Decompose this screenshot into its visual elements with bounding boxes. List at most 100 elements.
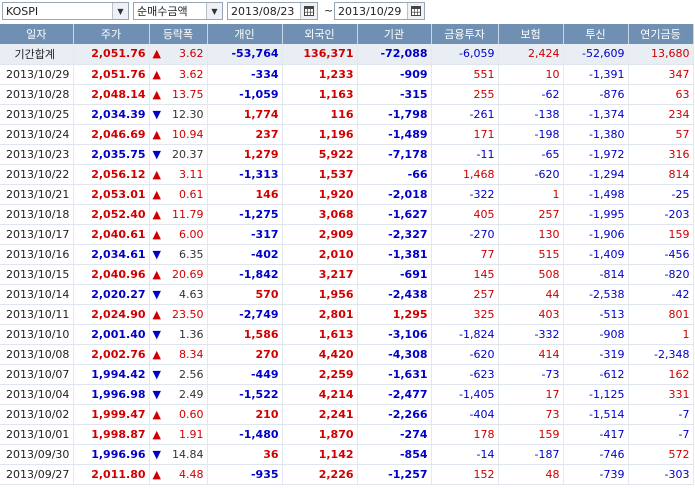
table-row[interactable]: 2013/10/10 2,001.40 ▼ 1.36 1,586 1,613 -3,106-… xyxy=(0,324,694,345)
up-triangle-icon: ▲ xyxy=(152,267,161,281)
table-row[interactable]: 2013/10/01 1,998.87 ▲ 1.91 -1,480 1,870 -274 17… xyxy=(0,424,694,445)
table-row[interactable]: 2013/10/21 2,053.01 ▲ 0.61 146 1,920 -2,018 -32… xyxy=(0,184,694,205)
cell-investment-trust: -2,538 xyxy=(563,284,629,305)
table-row[interactable]: 2013/10/28 2,048.14 ▲ 13.75 -1,059 1,163 -315 2… xyxy=(0,84,694,105)
change-value: 4.63 xyxy=(179,287,204,301)
cell-foreign: 1,163 xyxy=(282,84,358,105)
calendar-icon[interactable] xyxy=(300,3,317,19)
down-triangle-icon: ▼ xyxy=(152,367,161,381)
column-header-price[interactable]: 주가 xyxy=(73,24,150,44)
cell-price: 2,001.40 xyxy=(73,324,150,345)
change-value: 2.49 xyxy=(179,387,204,401)
table-row[interactable]: 2013/10/04 1,996.98 ▼ 2.49 -1,522 4,214 -2,477… xyxy=(0,384,694,405)
table-row[interactable]: 2013/10/29 2,051.76 ▲ 3.62 -334 1,233 -909 551 1… xyxy=(0,64,694,85)
table-row[interactable]: 2013/10/07 1,994.42 ▼ 2.56 -449 2,259 -1,631 -6… xyxy=(0,364,694,385)
mode-select[interactable]: 순매수금액 ▼ xyxy=(133,2,223,20)
table-row[interactable]: 2013/10/22 2,056.12 ▲ 3.11 -1,313 1,537 -66 1,4… xyxy=(0,164,694,185)
column-header-financial-investment[interactable]: 금융투자 xyxy=(431,24,499,44)
cell-individual: 1,774 xyxy=(207,104,283,125)
cell-foreign: 1,956 xyxy=(282,284,358,305)
table-row[interactable]: 2013/10/14 2,020.27 ▼ 4.63 570 1,956 -2,438 257… xyxy=(0,284,694,305)
cell-pension-funds: 162 xyxy=(628,364,694,385)
table-row[interactable]: 2013/10/25 2,034.39 ▼ 12.30 1,774 116 -1,798 -2… xyxy=(0,104,694,125)
cell-pension-funds: -7 xyxy=(628,404,694,425)
calendar-icon[interactable] xyxy=(407,3,424,19)
cell-individual: -53,764 xyxy=(207,44,283,65)
column-header-insurance[interactable]: 보험 xyxy=(498,24,564,44)
cell-price: 2,048.14 xyxy=(73,84,150,105)
table-row[interactable]: 2013/10/24 2,046.69 ▲ 10.94 237 1,196 -1,489 17… xyxy=(0,124,694,145)
table-row[interactable]: 2013/10/15 2,040.96 ▲ 20.69 -1,842 3,217 -691 1… xyxy=(0,264,694,285)
up-triangle-icon: ▲ xyxy=(152,47,161,61)
cell-individual: -1,480 xyxy=(207,424,283,445)
cell-institution: -2,018 xyxy=(357,184,432,205)
cell-date: 기간합계 xyxy=(0,44,74,65)
table-row[interactable]: 2013/10/08 2,002.76 ▲ 8.34 270 4,420 -4,308 -62… xyxy=(0,344,694,365)
cell-investment-trust: -1,391 xyxy=(563,64,629,85)
cell-financial-investment: -1,824 xyxy=(431,324,499,345)
end-date-value: 2013/10/29 xyxy=(338,4,402,18)
table-row[interactable]: 2013/10/17 2,040.61 ▲ 6.00 -317 2,909 -2,327 -2… xyxy=(0,224,694,245)
column-header-change[interactable]: 등락폭 xyxy=(149,24,208,44)
cell-pension-funds: 331 xyxy=(628,384,694,405)
cell-change: ▲ 3.62 xyxy=(149,64,208,85)
chevron-down-icon[interactable]: ▼ xyxy=(112,3,128,19)
table-row[interactable]: 2013/10/18 2,052.40 ▲ 11.79 -1,275 3,068 -1,62… xyxy=(0,204,694,225)
cell-institution: -1,627 xyxy=(357,204,432,225)
table-row[interactable]: 2013/09/30 1,996.96 ▼ 14.84 36 1,142 -854 -14 -1… xyxy=(0,444,694,465)
cell-pension-funds: 13,680 xyxy=(628,44,694,65)
down-triangle-icon: ▼ xyxy=(152,447,161,461)
cell-institution: -1,489 xyxy=(357,124,432,145)
column-header-pension-funds[interactable]: 연기금등 xyxy=(628,24,694,44)
column-header-date[interactable]: 일자 xyxy=(0,24,74,44)
cell-institution: -1,381 xyxy=(357,244,432,265)
up-triangle-icon: ▲ xyxy=(152,227,161,241)
table-row[interactable]: 2013/10/11 2,024.90 ▲ 23.50 -2,749 2,801 1,295… xyxy=(0,304,694,325)
cell-pension-funds: -42 xyxy=(628,284,694,305)
table-row[interactable]: 2013/09/27 2,011.80 ▲ 4.48 -935 2,226 -1,257 15… xyxy=(0,464,694,485)
cell-price: 2,046.69 xyxy=(73,124,150,145)
cell-insurance: -62 xyxy=(498,84,564,105)
cell-price: 2,056.12 xyxy=(73,164,150,185)
cell-change: ▲ 1.91 xyxy=(149,424,208,445)
table-row[interactable]: 2013/10/16 2,034.61 ▼ 6.35 -402 2,010 -1,381 77… xyxy=(0,244,694,265)
cell-pension-funds: -25 xyxy=(628,184,694,205)
cell-pension-funds: 63 xyxy=(628,84,694,105)
cell-price: 2,053.01 xyxy=(73,184,150,205)
cell-financial-investment: 551 xyxy=(431,64,499,85)
cell-individual: -402 xyxy=(207,244,283,265)
cell-investment-trust: -746 xyxy=(563,444,629,465)
cell-individual: -1,522 xyxy=(207,384,283,405)
total-row[interactable]: 기간합계 2,051.76 ▲ 3.62 -53,764 136,371 -72,088 -6… xyxy=(0,44,694,65)
cell-change: ▼ 20.37 xyxy=(149,144,208,165)
column-header-investment-trust[interactable]: 투신 xyxy=(563,24,629,44)
cell-foreign: 5,922 xyxy=(282,144,358,165)
cell-institution: -66 xyxy=(357,164,432,185)
chevron-down-icon[interactable]: ▼ xyxy=(206,3,222,19)
column-header-institution[interactable]: 기관 xyxy=(357,24,432,44)
column-header-individual[interactable]: 개인 xyxy=(207,24,283,44)
cell-insurance: 48 xyxy=(498,464,564,485)
column-header-foreign[interactable]: 외국인 xyxy=(282,24,358,44)
cell-insurance: -187 xyxy=(498,444,564,465)
cell-foreign: 3,217 xyxy=(282,264,358,285)
table-row[interactable]: 2013/10/02 1,999.47 ▲ 0.60 210 2,241 -2,266 -40… xyxy=(0,404,694,425)
end-date-field[interactable]: 2013/10/29 xyxy=(334,2,425,20)
cell-foreign: 2,801 xyxy=(282,304,358,325)
start-date-field[interactable]: 2013/08/23 xyxy=(227,2,318,20)
change-value: 23.50 xyxy=(172,307,204,321)
cell-institution: -274 xyxy=(357,424,432,445)
table-row[interactable]: 2013/10/23 2,035.75 ▼ 20.37 1,279 5,922 -7,178… xyxy=(0,144,694,165)
cell-investment-trust: -739 xyxy=(563,464,629,485)
cell-price: 2,002.76 xyxy=(73,344,150,365)
cell-price: 2,051.76 xyxy=(73,44,150,65)
cell-individual: 270 xyxy=(207,344,283,365)
cell-financial-investment: -14 xyxy=(431,444,499,465)
cell-date: 2013/10/07 xyxy=(0,364,74,385)
cell-insurance: -332 xyxy=(498,324,564,345)
cell-price: 1,994.42 xyxy=(73,364,150,385)
cell-foreign: 1,537 xyxy=(282,164,358,185)
cell-institution: -1,257 xyxy=(357,464,432,485)
change-value: 12.30 xyxy=(172,107,204,121)
market-select[interactable]: KOSPI ▼ xyxy=(2,2,129,20)
